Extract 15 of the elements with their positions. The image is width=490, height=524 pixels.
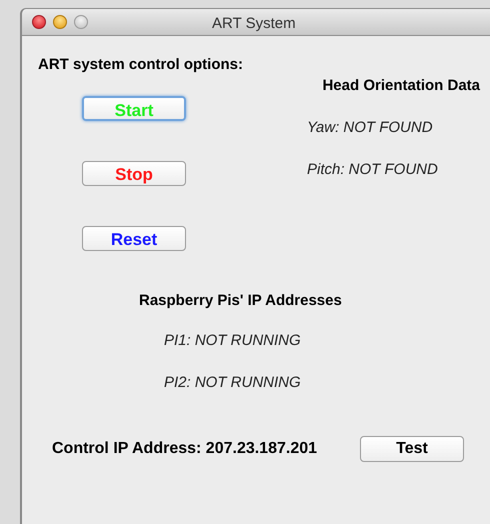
section-heading: Head Orientation Data xyxy=(322,76,480,96)
minimize-button[interactable] xyxy=(53,15,67,29)
close-button[interactable] xyxy=(32,15,46,29)
status-text: PI2: NOT RUNNING xyxy=(164,372,301,392)
status-text: PI1: NOT RUNNING xyxy=(164,331,301,351)
window-title: ART System xyxy=(212,14,296,34)
control-button[interactable]: Reset xyxy=(82,226,186,251)
status-text: Pitch: NOT FOUND xyxy=(307,160,438,180)
ip-address-label: Control IP Address: 207.23.187.201 xyxy=(52,439,318,459)
status-text: Yaw: NOT FOUND xyxy=(307,118,433,138)
section-heading: Raspberry Pis' IP Addresses xyxy=(139,292,342,309)
zoom-button[interactable] xyxy=(74,15,88,29)
section-label: ART system control options: xyxy=(38,56,244,73)
test-button[interactable]: Test xyxy=(360,436,464,462)
control-button[interactable]: Stop xyxy=(82,161,186,186)
